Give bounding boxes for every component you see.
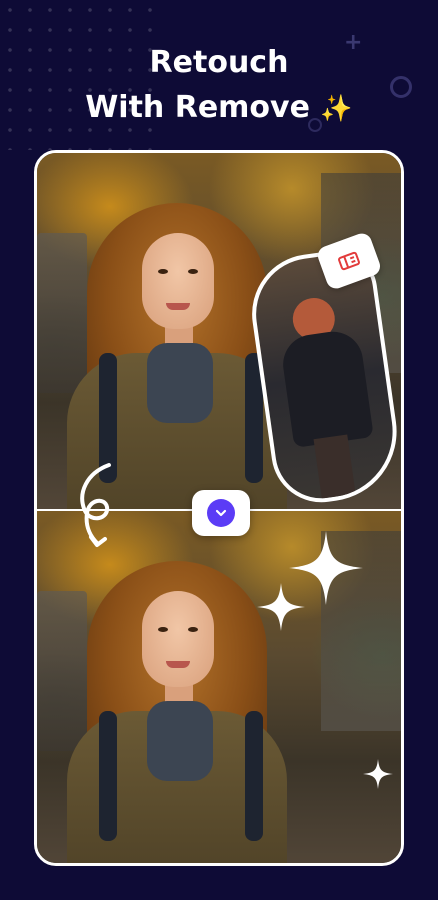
eye-left <box>158 269 168 274</box>
headline-line-2-text: With Remove <box>85 90 310 125</box>
face <box>142 591 214 687</box>
passerby-legs <box>313 434 356 499</box>
backpack-strap-right <box>245 711 263 841</box>
compare-toggle-button[interactable] <box>192 490 250 536</box>
sparkle-icon <box>257 583 305 631</box>
backpack-strap-left <box>99 711 117 841</box>
chevron-down-icon <box>215 509 227 517</box>
compare-toggle-circle <box>207 499 235 527</box>
eye-right <box>188 269 198 274</box>
sparkles-emoji: ✨ <box>320 94 353 124</box>
headline-line-1: Retouch <box>149 45 289 80</box>
eye-right <box>188 627 198 632</box>
headline-line-2: With Remove ✨ <box>0 85 438 132</box>
lips <box>166 661 190 668</box>
lips <box>166 303 190 310</box>
face <box>142 233 214 329</box>
passerby-body <box>279 327 374 448</box>
before-after-frame <box>34 150 404 866</box>
eye-left <box>158 627 168 632</box>
headline: Retouch With Remove ✨ <box>0 40 438 132</box>
curved-arrow-icon <box>80 463 111 547</box>
scarf <box>147 701 213 781</box>
scarf <box>147 343 213 423</box>
sparkle-icon <box>363 759 393 789</box>
eraser-icon <box>338 251 360 271</box>
